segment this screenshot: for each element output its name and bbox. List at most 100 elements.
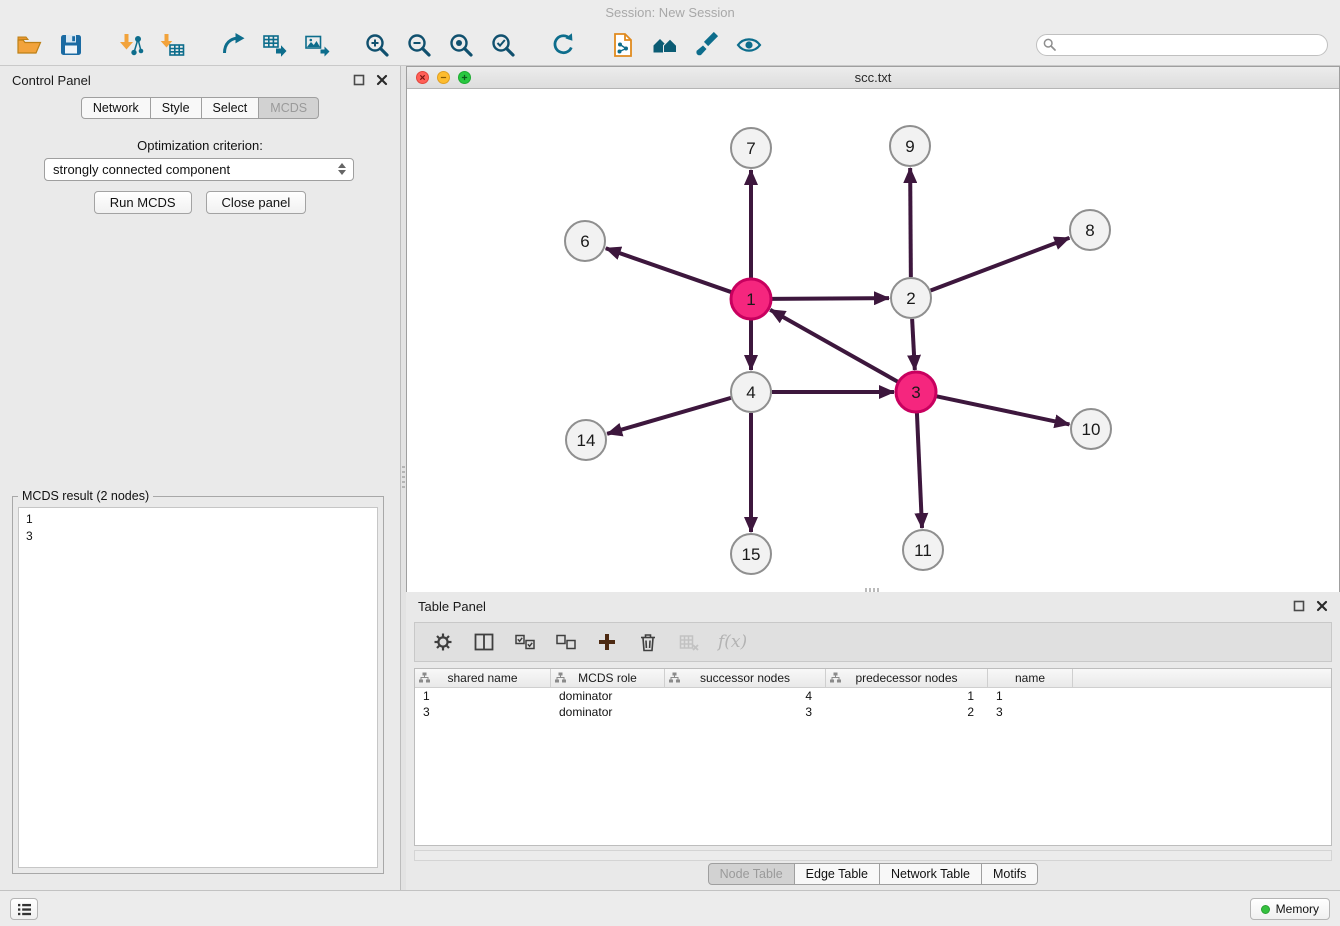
tab-network[interactable]: Network [81, 97, 151, 119]
import-network-button[interactable] [114, 29, 148, 61]
export-table-button[interactable] [258, 29, 292, 61]
column-header-mcds-role[interactable]: MCDS role [551, 669, 665, 687]
network-canvas[interactable]: 7968124314101511 [407, 89, 1339, 592]
mcds-result-title: MCDS result (2 nodes) [18, 489, 153, 503]
zoom-in-button[interactable] [360, 29, 394, 61]
select-all-columns-button[interactable] [513, 630, 537, 654]
memory-button[interactable]: Memory [1250, 898, 1330, 920]
column-type-icon [669, 672, 680, 683]
zoom-fit-icon [448, 32, 474, 58]
zoom-in-icon [364, 32, 390, 58]
mcds-result-group: MCDS result (2 nodes) 13 [12, 496, 384, 874]
column-header-successor-nodes[interactable]: successor nodes [665, 669, 826, 687]
network-document-button[interactable] [606, 29, 640, 61]
table-cell-mcds-role: dominator [551, 688, 665, 704]
eye-icon [736, 32, 762, 58]
close-table-panel-button[interactable] [1315, 600, 1328, 613]
run-mcds-button[interactable]: Run MCDS [94, 191, 192, 214]
style-button[interactable] [690, 29, 724, 61]
close-window-button[interactable] [416, 71, 429, 84]
trash-icon [638, 632, 658, 652]
graph-edge-1-6[interactable] [606, 248, 731, 292]
graph-edge-3-1[interactable] [770, 310, 898, 382]
tab-mcds[interactable]: MCDS [259, 97, 319, 119]
export-image-button[interactable] [300, 29, 334, 61]
zoom-out-button[interactable] [402, 29, 436, 61]
control-panel-title: Control Panel [12, 73, 91, 88]
graph-node-label-14: 14 [577, 431, 596, 450]
graph-node-label-1: 1 [746, 290, 755, 309]
show-columns-button[interactable] [472, 630, 496, 654]
delete-table-button[interactable] [677, 630, 701, 654]
graph-node-label-15: 15 [742, 545, 761, 564]
save-session-button[interactable] [54, 29, 88, 61]
export-network-button[interactable] [216, 29, 250, 61]
task-history-button[interactable] [10, 898, 38, 920]
delete-table-icon [679, 632, 699, 652]
memory-label: Memory [1276, 902, 1319, 916]
zoom-fit-button[interactable] [444, 29, 478, 61]
tab-motifs[interactable]: Motifs [982, 863, 1038, 885]
float-panel-button[interactable] [352, 74, 365, 87]
graph-node-label-7: 7 [746, 139, 755, 158]
zoom-selected-button[interactable] [486, 29, 520, 61]
import-table-icon [160, 32, 186, 58]
column-header-name[interactable]: name [988, 669, 1073, 687]
graph-edge-3-11[interactable] [917, 413, 922, 528]
table-panel: Table Panel [406, 592, 1340, 890]
function-builder-button[interactable]: f(x) [718, 632, 747, 652]
paintbrush-icon [694, 32, 720, 58]
table-row[interactable]: 1dominator411 [415, 688, 1331, 704]
deselect-all-columns-button[interactable] [554, 630, 578, 654]
table-row[interactable]: 3dominator323 [415, 704, 1331, 720]
float-table-panel-button[interactable] [1292, 600, 1305, 613]
plus-icon [597, 632, 617, 652]
search-input[interactable] [1036, 34, 1328, 56]
minimize-window-button[interactable] [437, 71, 450, 84]
tab-style[interactable]: Style [151, 97, 202, 119]
network-graph[interactable]: 7968124314101511 [407, 89, 1339, 592]
table-horizontal-scrollbar[interactable] [414, 850, 1332, 861]
tab-edge-table[interactable]: Edge Table [795, 863, 880, 885]
graph-node-label-10: 10 [1082, 420, 1101, 439]
column-header-predecessor-nodes[interactable]: predecessor nodes [826, 669, 988, 687]
close-panel-button-2[interactable]: Close panel [206, 191, 307, 214]
import-table-button[interactable] [156, 29, 190, 61]
refresh-button[interactable] [546, 29, 580, 61]
select-arrows-icon [338, 163, 346, 175]
show-overview-button[interactable] [648, 29, 682, 61]
graph-edge-2-3[interactable] [912, 319, 915, 370]
mcds-result-list[interactable]: 13 [18, 507, 378, 868]
control-panel-header: Control Panel [0, 66, 400, 94]
table-header-row: shared name MCDS role successor nodes pr… [415, 669, 1331, 688]
graph-edge-1-2[interactable] [772, 298, 889, 299]
criterion-select[interactable]: strongly connected component [44, 158, 354, 181]
graph-edge-2-9[interactable] [910, 168, 911, 277]
delete-columns-button[interactable] [636, 630, 660, 654]
close-panel-button[interactable] [375, 74, 388, 87]
network-window-titlebar[interactable]: scc.txt [407, 67, 1339, 89]
tab-network-table[interactable]: Network Table [880, 863, 982, 885]
table-options-button[interactable] [431, 630, 455, 654]
splitter-grip-icon [402, 466, 405, 488]
show-hide-button[interactable] [732, 29, 766, 61]
mcds-result-item[interactable]: 1 [26, 511, 370, 528]
session-group [12, 29, 88, 61]
add-column-button[interactable] [595, 630, 619, 654]
graph-edge-3-10[interactable] [937, 396, 1070, 424]
control-panel: Control Panel Network Style Select MCDS [0, 66, 401, 890]
zoom-window-button[interactable] [458, 71, 471, 84]
table-cell-shared-name: 1 [415, 688, 551, 704]
tab-node-table[interactable]: Node Table [708, 863, 795, 885]
network-view-window: scc.txt 7968124314101511 [406, 66, 1340, 592]
table-panel-title: Table Panel [418, 599, 486, 614]
open-folder-icon [16, 32, 42, 58]
graph-edge-4-14[interactable] [607, 398, 731, 434]
open-session-button[interactable] [12, 29, 46, 61]
mcds-result-item[interactable]: 3 [26, 528, 370, 545]
column-header-label: successor nodes [700, 671, 790, 685]
column-header-shared-name[interactable]: shared name [415, 669, 551, 687]
tab-select[interactable]: Select [202, 97, 260, 119]
table-panel-tabs: Node Table Edge Table Network Table Moti… [708, 863, 1039, 885]
graph-edge-2-8[interactable] [931, 238, 1070, 291]
